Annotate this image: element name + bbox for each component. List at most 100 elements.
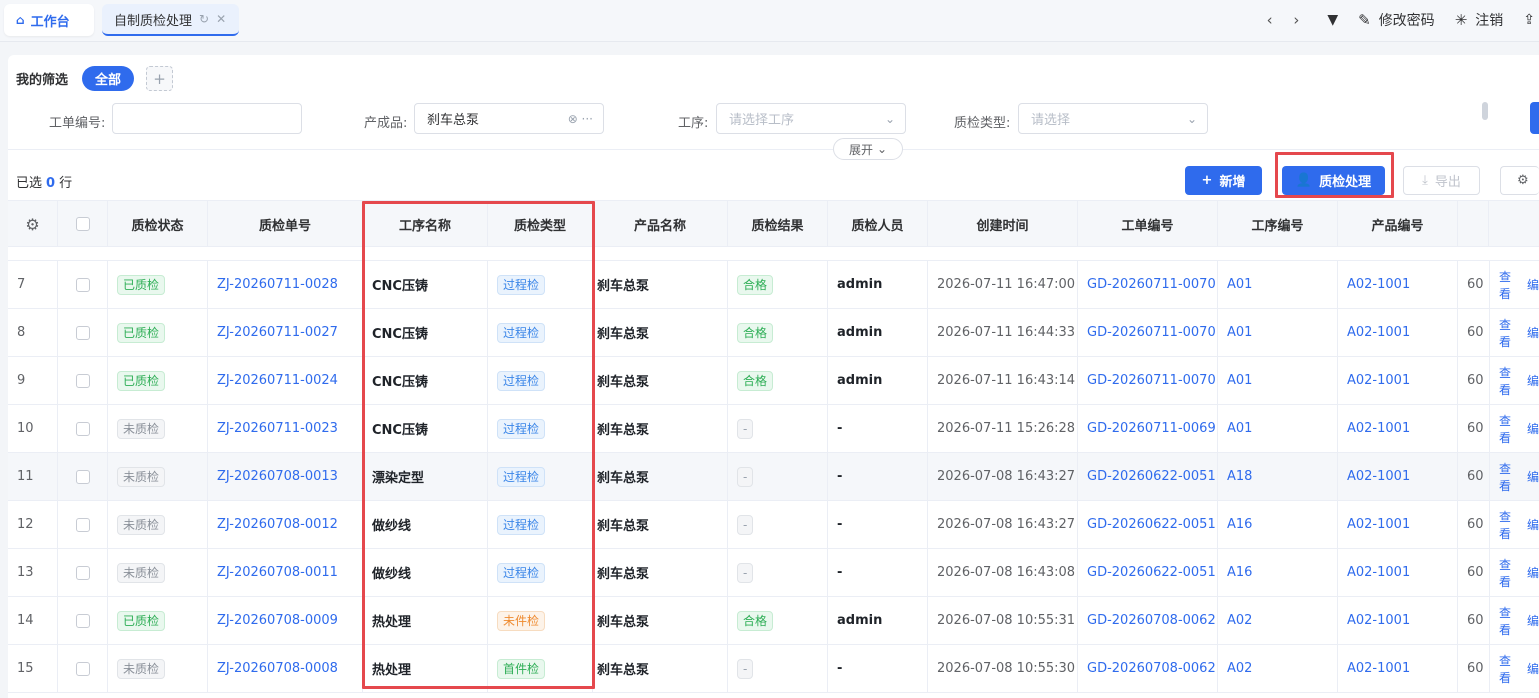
checkbox[interactable] <box>75 469 90 484</box>
product-no-link[interactable]: A02-1001 <box>1338 261 1458 308</box>
view-link[interactable]: 查看 <box>1499 652 1515 686</box>
header-qc-status[interactable]: 质检状态 <box>108 201 208 247</box>
edit-link[interactable]: 编 <box>1527 516 1539 533</box>
qc-no-link[interactable]: ZJ-20260711-0028 <box>208 261 363 308</box>
process-no-link[interactable]: A18 <box>1218 453 1338 500</box>
export-button[interactable]: ⤓ 导出 <box>1403 166 1480 195</box>
product-no-link[interactable]: A02-1001 <box>1338 309 1458 356</box>
qc-no-link[interactable]: ZJ-20260708-0008 <box>208 645 363 692</box>
search-button-edge[interactable] <box>1530 102 1539 134</box>
table-row[interactable]: 15 未质检 ZJ-20260708-0008 热处理 首件检 刹车总泵 - -… <box>8 645 1539 693</box>
order-no-input[interactable] <box>112 103 302 134</box>
view-link[interactable]: 查看 <box>1499 316 1515 350</box>
order-no-link[interactable]: GD-20260622-0051 <box>1078 549 1218 596</box>
row-checkbox-cell[interactable] <box>58 453 108 500</box>
order-no-link[interactable]: GD-20260711-0069 <box>1078 405 1218 452</box>
view-link[interactable]: 查看 <box>1499 604 1515 638</box>
edit-link[interactable]: 编 <box>1527 612 1539 629</box>
order-no-link[interactable]: GD-20260711-0070 <box>1078 357 1218 404</box>
qc-no-link[interactable]: ZJ-20260708-0012 <box>208 501 363 548</box>
view-link[interactable]: 查看 <box>1499 460 1515 494</box>
header-product-no[interactable]: 产品编号 <box>1338 201 1458 247</box>
process-no-link[interactable]: A01 <box>1218 309 1338 356</box>
table-row[interactable]: 7 已质检 ZJ-20260711-0028 CNC压铸 过程检 刹车总泵 合格… <box>8 261 1539 309</box>
view-link[interactable]: 查看 <box>1499 508 1515 542</box>
product-no-link[interactable]: A02-1001 <box>1338 501 1458 548</box>
view-link[interactable]: 查看 <box>1499 412 1515 446</box>
row-checkbox-cell[interactable] <box>58 549 108 596</box>
product-no-link[interactable]: A02-1001 <box>1338 645 1458 692</box>
edit-link[interactable]: 编 <box>1527 660 1539 677</box>
qc-no-link[interactable]: ZJ-20260711-0023 <box>208 405 363 452</box>
row-checkbox-cell[interactable] <box>58 357 108 404</box>
view-link[interactable]: 查看 <box>1499 364 1515 398</box>
row-checkbox-cell[interactable] <box>58 405 108 452</box>
table-row[interactable]: 8 已质检 ZJ-20260711-0027 CNC压铸 过程检 刹车总泵 合格… <box>8 309 1539 357</box>
product-no-link[interactable]: A02-1001 <box>1338 549 1458 596</box>
expand-filters-button[interactable]: 展开 ⌄ <box>833 138 903 160</box>
tab-nav-arrows-icon[interactable]: ‹ › <box>1267 11 1308 29</box>
table-row[interactable]: 10 未质检 ZJ-20260711-0023 CNC压铸 过程检 刹车总泵 -… <box>8 405 1539 453</box>
process-no-link[interactable]: A16 <box>1218 501 1338 548</box>
checkbox[interactable] <box>75 421 90 436</box>
process-no-link[interactable]: A01 <box>1218 357 1338 404</box>
header-qc-type[interactable]: 质检类型 <box>488 201 593 247</box>
qc-no-link[interactable]: ZJ-20260711-0027 <box>208 309 363 356</box>
caret-down-icon[interactable]: ▼ <box>1327 12 1338 28</box>
table-row[interactable]: 14 已质检 ZJ-20260708-0009 热处理 未件检 刹车总泵 合格 … <box>8 597 1539 645</box>
table-row[interactable]: 9 已质检 ZJ-20260711-0024 CNC压铸 过程检 刹车总泵 合格… <box>8 357 1539 405</box>
change-password-button[interactable]: ✎ 修改密码 <box>1358 10 1435 30</box>
header-process-name[interactable]: 工序名称 <box>363 201 488 247</box>
settings-button[interactable]: ⚙ <box>1500 166 1539 195</box>
header-qc-no[interactable]: 质检单号 <box>208 201 363 247</box>
product-select[interactable]: 刹车总泵 ⊗ ··· <box>414 103 604 134</box>
product-no-link[interactable]: A02-1001 <box>1338 405 1458 452</box>
tab-qc-processing[interactable]: 自制质检处理 ↻ ✕ <box>102 4 239 36</box>
close-icon[interactable]: ✕ <box>216 12 226 26</box>
header-product-name[interactable]: 产品名称 <box>593 201 728 247</box>
checkbox[interactable] <box>75 661 90 676</box>
header-qc-result[interactable]: 质检结果 <box>728 201 828 247</box>
checkbox[interactable] <box>75 565 90 580</box>
order-no-link[interactable]: GD-20260708-0062 <box>1078 645 1218 692</box>
qc-type-select[interactable]: 请选择 ⌄ <box>1018 103 1208 134</box>
checkbox[interactable] <box>75 217 90 231</box>
add-filter-button[interactable]: + <box>146 66 174 91</box>
qc-no-link[interactable]: ZJ-20260711-0024 <box>208 357 363 404</box>
header-process-no[interactable]: 工序编号 <box>1218 201 1338 247</box>
order-no-link[interactable]: GD-20260708-0062 <box>1078 597 1218 644</box>
checkbox[interactable] <box>75 373 90 388</box>
row-checkbox-cell[interactable] <box>58 309 108 356</box>
edit-link[interactable]: 编 <box>1527 372 1539 389</box>
row-checkbox-cell[interactable] <box>58 645 108 692</box>
product-no-link[interactable]: A02-1001 <box>1338 357 1458 404</box>
process-no-link[interactable]: A16 <box>1218 549 1338 596</box>
edit-link[interactable]: 编 <box>1527 276 1539 293</box>
checkbox[interactable] <box>75 517 90 532</box>
tab-workbench[interactable]: ⌂ 工作台 <box>4 4 94 36</box>
order-no-link[interactable]: GD-20260622-0051 <box>1078 453 1218 500</box>
qc-process-button[interactable]: 👤 质检处理 <box>1282 166 1385 195</box>
edit-link[interactable]: 编 <box>1527 420 1539 437</box>
order-no-link[interactable]: GD-20260711-0070 <box>1078 261 1218 308</box>
select-all-checkbox[interactable] <box>58 201 108 247</box>
process-no-link[interactable]: A02 <box>1218 597 1338 644</box>
qc-no-link[interactable]: ZJ-20260708-0013 <box>208 453 363 500</box>
refresh-icon[interactable]: ↻ <box>199 12 209 26</box>
row-checkbox-cell[interactable] <box>58 261 108 308</box>
edit-link[interactable]: 编 <box>1527 324 1539 341</box>
process-no-link[interactable]: A02 <box>1218 645 1338 692</box>
qc-no-link[interactable]: ZJ-20260708-0011 <box>208 549 363 596</box>
product-no-link[interactable]: A02-1001 <box>1338 597 1458 644</box>
column-settings[interactable]: ⚙ <box>8 201 58 247</box>
table-row[interactable]: 11 未质检 ZJ-20260708-0013 漂染定型 过程检 刹车总泵 - … <box>8 453 1539 501</box>
header-created-time[interactable]: 创建时间 <box>928 201 1078 247</box>
add-button[interactable]: + 新增 <box>1185 166 1262 195</box>
header-inspector[interactable]: 质检人员 <box>828 201 928 247</box>
clear-ellipsis-icon[interactable]: ⊗ ··· <box>568 112 593 126</box>
checkbox[interactable] <box>75 277 90 292</box>
edit-link[interactable]: 编 <box>1527 468 1539 485</box>
view-link[interactable]: 查看 <box>1499 556 1515 590</box>
order-no-link[interactable]: GD-20260711-0070 <box>1078 309 1218 356</box>
view-link[interactable]: 查看 <box>1499 268 1515 302</box>
